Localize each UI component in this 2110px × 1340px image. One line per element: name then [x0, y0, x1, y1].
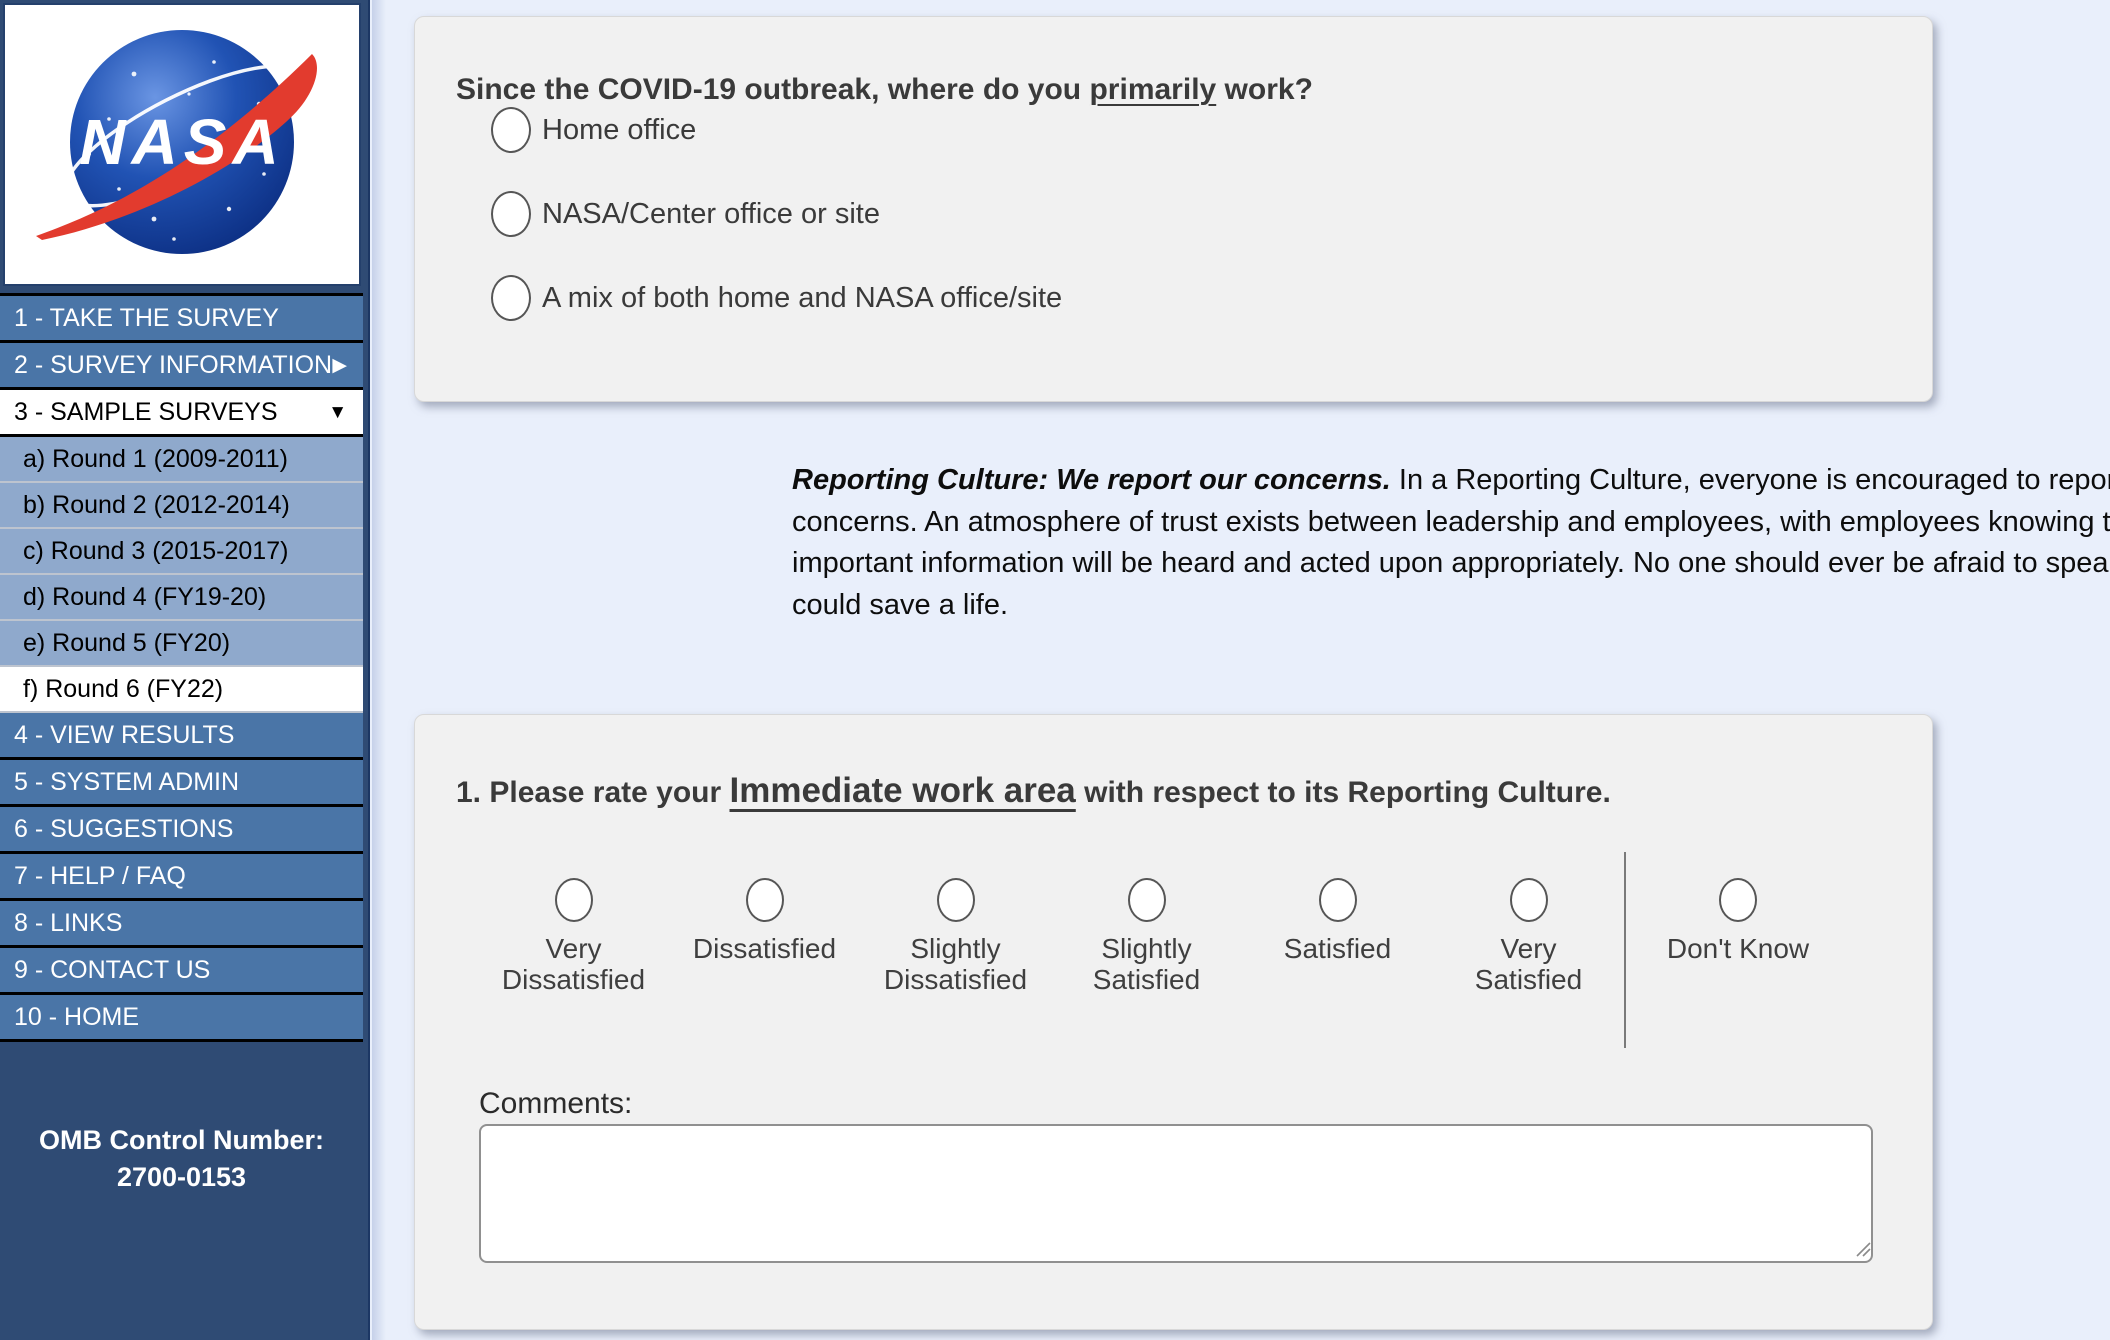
scale-label: Slightly Dissatisfied: [883, 933, 1028, 995]
scale-label: Very Dissatisfied: [501, 933, 646, 995]
comments-textarea[interactable]: [479, 1124, 1873, 1263]
nasa-logo-text: NASA: [79, 106, 284, 178]
question1-text-end: with respect to its Reporting Culture.: [1075, 776, 1611, 809]
question1-text: 1. Please rate your: [456, 776, 730, 809]
sidebar-subitem-round-1[interactable]: a) Round 1 (2009-2011): [0, 437, 363, 483]
satisfied-radio[interactable]: [1318, 878, 1357, 922]
sidebar-menu: 1 - TAKE THE SURVEY 2 - SURVEY INFORMATI…: [0, 293, 363, 1042]
very-satisfied-radio[interactable]: [1509, 878, 1548, 922]
covid-option-row: NASA/Center office or site: [491, 191, 1932, 237]
covid-option-row: A mix of both home and NASA office/site: [491, 275, 1932, 321]
sidebar-subitem-round-5[interactable]: e) Round 5 (FY20): [0, 621, 363, 667]
sidebar: NASA 1 - TAKE THE SURVEY 2 - SURVEY INFO…: [0, 0, 370, 1340]
sidebar-item-help-faq[interactable]: 7 - HELP / FAQ: [0, 854, 363, 901]
question1-emphasis: Immediate work area: [729, 771, 1076, 810]
sidebar-item-take-the-survey[interactable]: 1 - TAKE THE SURVEY: [0, 296, 363, 343]
covid-question-title: Since the COVID-19 outbreak, where do yo…: [456, 73, 1932, 107]
comments-label: Comments:: [479, 1087, 633, 1120]
sidebar-item-system-admin[interactable]: 5 - SYSTEM ADMIN: [0, 760, 363, 807]
sidebar-item-sample-surveys[interactable]: 3 - SAMPLE SURVEYS ▼: [0, 390, 363, 437]
mix-home-nasa-radio[interactable]: [491, 275, 531, 321]
option-label: NASA/Center office or site: [542, 197, 880, 230]
menu-label: 6 - SUGGESTIONS: [14, 814, 234, 843]
rating-scale: Very Dissatisfied Dissatisfied Slightly …: [478, 852, 1932, 1048]
scale-label: Slightly Satisfied: [1092, 933, 1201, 995]
slightly-satisfied-radio[interactable]: [1127, 878, 1166, 922]
omb-control-number: OMB Control Number: 2700-0153: [0, 1122, 363, 1196]
menu-label: 2 - SURVEY INFORMATION: [14, 350, 333, 379]
menu-label: 10 - HOME: [14, 1002, 140, 1031]
submenu-right-arrow-icon: ▶: [332, 354, 347, 376]
scale-column-dissatisfied: Dissatisfied: [669, 852, 860, 1048]
home-office-radio[interactable]: [491, 107, 531, 153]
scale-column-satisfied: Satisfied: [1242, 852, 1433, 1048]
menu-label: 7 - HELP / FAQ: [14, 861, 186, 890]
sidebar-item-contact-us[interactable]: 9 - CONTACT US: [0, 948, 363, 995]
menu-label: 4 - VIEW RESULTS: [14, 720, 235, 749]
covid-option-row: Home office: [491, 107, 1932, 153]
sidebar-item-view-results[interactable]: 4 - VIEW RESULTS: [0, 713, 363, 760]
menu-label: 9 - CONTACT US: [14, 955, 211, 984]
slightly-dissatisfied-radio[interactable]: [936, 878, 975, 922]
option-label: A mix of both home and NASA office/site: [542, 281, 1063, 314]
option-label: Home office: [542, 113, 697, 146]
scale-label: Satisfied: [1283, 933, 1392, 964]
question-underlined-word: primarily: [1089, 73, 1217, 106]
sidebar-subitem-round-6[interactable]: f) Round 6 (FY22): [0, 667, 363, 713]
menu-label: 5 - SYSTEM ADMIN: [14, 767, 240, 796]
question-text-end: work?: [1216, 73, 1313, 106]
very-dissatisfied-radio[interactable]: [554, 878, 593, 922]
scale-label: Don't Know: [1666, 933, 1810, 964]
omb-line1: OMB Control Number:: [39, 1125, 324, 1155]
scale-column-slightly-satisfied: Slightly Satisfied: [1051, 852, 1242, 1048]
sidebar-subitem-round-3[interactable]: c) Round 3 (2015-2017): [0, 529, 363, 575]
omb-line2: 2700-0153: [116, 1162, 247, 1192]
sidebar-item-links[interactable]: 8 - LINKS: [0, 901, 363, 948]
submenu-label: e) Round 5 (FY20): [23, 628, 231, 657]
main-content: Since the COVID-19 outbreak, where do yo…: [372, 0, 2110, 1340]
scale-column-very-satisfied: Very Satisfied: [1433, 852, 1624, 1048]
menu-label: 3 - SAMPLE SURVEYS: [14, 397, 278, 426]
submenu-label: a) Round 1 (2009-2011): [23, 444, 288, 473]
sidebar-subitem-round-2[interactable]: b) Round 2 (2012-2014): [0, 483, 363, 529]
submenu-label: c) Round 3 (2015-2017): [23, 536, 289, 565]
scale-column-very-dissatisfied: Very Dissatisfied: [478, 852, 669, 1048]
question1-title: 1. Please rate your Immediate work area …: [456, 771, 1932, 811]
scale-label: Dissatisfied: [692, 933, 837, 964]
submenu-label: f) Round 6 (FY22): [23, 674, 224, 703]
scale-column-dont-know: Don't Know: [1624, 852, 1850, 1048]
menu-label: 1 - TAKE THE SURVEY: [14, 303, 279, 332]
nasa-insignia-icon: NASA: [36, 29, 317, 254]
question1-card: 1. Please rate your Immediate work area …: [414, 714, 1933, 1330]
sidebar-item-home[interactable]: 10 - HOME: [0, 995, 363, 1042]
submenu-label: d) Round 4 (FY19-20): [23, 582, 267, 611]
scale-label: Very Satisfied: [1474, 933, 1583, 995]
nasa-center-office-radio[interactable]: [491, 191, 531, 237]
dissatisfied-radio[interactable]: [745, 878, 784, 922]
covid-question-card: Since the COVID-19 outbreak, where do yo…: [414, 16, 1933, 402]
menu-label: 8 - LINKS: [14, 908, 123, 937]
dont-know-radio[interactable]: [1719, 878, 1757, 922]
question-text: Since the COVID-19 outbreak, where do yo…: [456, 73, 1090, 106]
sidebar-subitem-round-4[interactable]: d) Round 4 (FY19-20): [0, 575, 363, 621]
scale-column-slightly-dissatisfied: Slightly Dissatisfied: [860, 852, 1051, 1048]
paragraph-lead: Reporting Culture: We report our concern…: [792, 464, 1391, 496]
nasa-logo: NASA: [3, 3, 361, 286]
submenu-label: b) Round 2 (2012-2014): [23, 490, 290, 519]
dropdown-down-arrow-icon: ▼: [328, 401, 347, 423]
sidebar-item-suggestions[interactable]: 6 - SUGGESTIONS: [0, 807, 363, 854]
reporting-culture-paragraph: Reporting Culture: We report our concern…: [792, 460, 2110, 626]
sidebar-item-survey-information[interactable]: 2 - SURVEY INFORMATION ▶: [0, 343, 363, 390]
